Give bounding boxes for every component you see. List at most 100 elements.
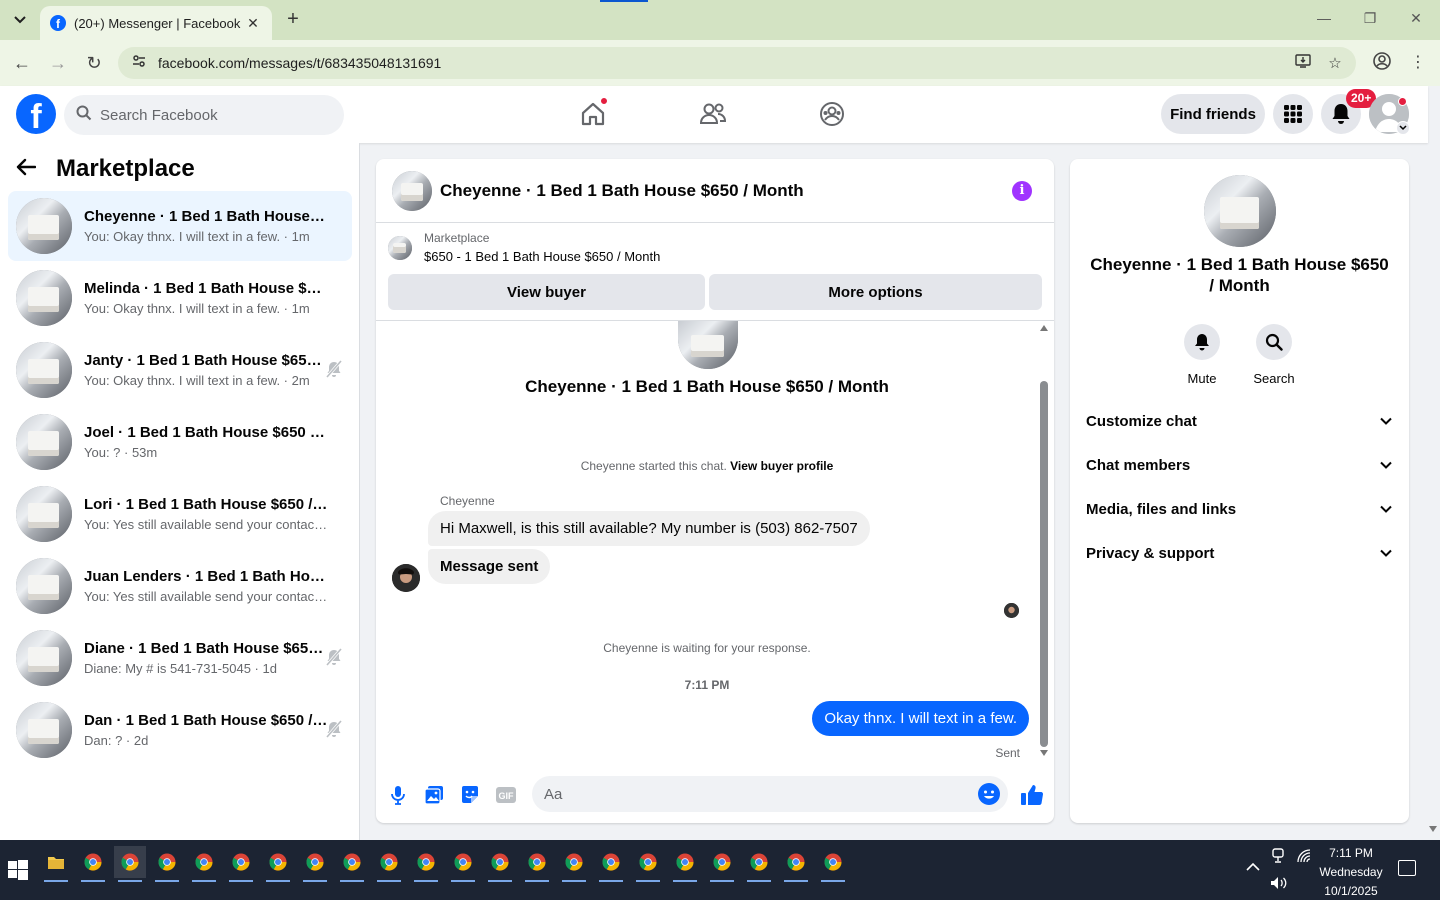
sender-avatar[interactable] <box>392 564 420 592</box>
chrome-icon[interactable] <box>373 846 405 882</box>
emoji-icon[interactable] <box>978 783 1000 805</box>
chrome-icon[interactable] <box>77 846 109 882</box>
chat-panel: Cheyenne · 1 Bed 1 Bath House $650 / Mon… <box>376 159 1054 823</box>
chrome-icon[interactable] <box>558 846 590 882</box>
facebook-logo-icon[interactable]: f <box>16 94 56 134</box>
action-center-icon[interactable] <box>1398 860 1416 876</box>
facebook-search[interactable] <box>64 95 344 135</box>
view-buyer-button[interactable]: View buyer <box>388 274 705 310</box>
chrome-icon[interactable] <box>743 846 775 882</box>
gif-icon[interactable]: GIF <box>494 783 518 807</box>
conversation-name: Cheyenne · 1 Bed 1 Bath House $650 / Mon… <box>84 208 328 225</box>
microphone-icon[interactable] <box>386 783 410 807</box>
volume-icon[interactable] <box>1270 876 1288 893</box>
tab-search-chevron-icon[interactable] <box>6 8 34 32</box>
restore-icon[interactable]: ❐ <box>1360 10 1380 27</box>
chrome-icon[interactable] <box>336 846 368 882</box>
install-app-icon[interactable] <box>1292 53 1314 73</box>
chrome-icon[interactable] <box>484 846 516 882</box>
conversation-item[interactable]: Joel · 1 Bed 1 Bath House $650 / Month Yo… <box>8 407 352 477</box>
view-buyer-profile-link[interactable]: View buyer profile <box>730 459 833 473</box>
chrome-icon[interactable] <box>114 846 146 882</box>
chrome-icon[interactable] <box>299 846 331 882</box>
chrome-icon[interactable] <box>447 846 479 882</box>
browser-tab-messenger[interactable]: f (20+) Messenger | Facebook ✕ <box>40 6 272 40</box>
conversation-item[interactable]: Diane · 1 Bed 1 Bath House $650 / Month D… <box>8 623 352 693</box>
file-explorer-icon[interactable] <box>40 846 72 882</box>
forward-arrow-icon[interactable]: → <box>47 52 69 74</box>
privacy-support-section[interactable]: Privacy & support <box>1086 531 1393 575</box>
chrome-icon[interactable] <box>188 846 220 882</box>
marketplace-listing-row[interactable]: Marketplace $650 - 1 Bed 1 Bath House $6… <box>388 231 660 264</box>
customize-chat-section[interactable]: Customize chat <box>1086 399 1393 443</box>
message-input-field[interactable] <box>532 776 1008 812</box>
tab-close-icon[interactable]: ✕ <box>244 15 262 32</box>
chrome-icon[interactable] <box>632 846 664 882</box>
message-input[interactable] <box>544 785 964 803</box>
chrome-icon[interactable] <box>410 846 442 882</box>
new-tab-plus-icon[interactable]: + <box>282 8 304 30</box>
find-friends-button[interactable]: Find friends <box>1161 94 1265 134</box>
conversation-preview: You: Okay thnx. I will text in a few. · … <box>84 373 310 388</box>
mute-button[interactable] <box>1184 324 1220 360</box>
more-options-button[interactable]: More options <box>709 274 1042 310</box>
muted-bell-icon <box>325 648 343 666</box>
info-panel-avatar[interactable] <box>1204 175 1276 247</box>
groups-nav-button[interactable] <box>814 98 850 130</box>
windows-start-icon[interactable] <box>8 860 28 880</box>
chrome-icon[interactable] <box>706 846 738 882</box>
chrome-icon[interactable] <box>151 846 183 882</box>
conversation-info-icon[interactable]: i <box>1012 181 1032 201</box>
like-thumb-icon[interactable] <box>1020 783 1044 807</box>
search-action[interactable]: Search <box>1244 324 1304 386</box>
chrome-icon[interactable] <box>225 846 257 882</box>
listing-thumbnail <box>16 198 72 254</box>
conversation-item[interactable]: Juan Lenders · 1 Bed 1 Bath House $650 /… <box>8 551 352 621</box>
network-icon[interactable] <box>1296 848 1312 867</box>
sticker-icon[interactable] <box>458 783 482 807</box>
show-hidden-icons-chevron-icon[interactable] <box>1246 860 1260 875</box>
account-chevron-icon[interactable] <box>1396 121 1410 135</box>
search-in-chat-button[interactable] <box>1256 324 1292 360</box>
thread-scroll-down-arrow[interactable] <box>1040 750 1048 756</box>
friends-nav-button[interactable] <box>695 98 731 130</box>
chat-members-section[interactable]: Chat members <box>1086 443 1393 487</box>
conversation-item[interactable]: Dan · 1 Bed 1 Bath House $650 / Month Dan… <box>8 695 352 765</box>
site-info-icon[interactable] <box>130 54 148 72</box>
conversation-item[interactable]: Melinda · 1 Bed 1 Bath House $650 / Mont… <box>8 263 352 333</box>
browser-menu-icon[interactable]: ⋮ <box>1407 52 1429 74</box>
incoming-message-bubble[interactable]: Message sent <box>428 549 551 584</box>
conversation-item[interactable]: Lori · 1 Bed 1 Bath House $650 / Month Yo… <box>8 479 352 549</box>
chrome-icon[interactable] <box>262 846 294 882</box>
bookmark-star-icon[interactable]: ☆ <box>1324 54 1346 72</box>
address-bar[interactable]: facebook.com/messages/t/683435048131691 … <box>118 47 1356 79</box>
thread-scroll-up-arrow[interactable] <box>1040 325 1048 331</box>
back-arrow-icon[interactable]: ← <box>11 52 33 74</box>
chrome-icon[interactable] <box>669 846 701 882</box>
chat-header-title[interactable]: Cheyenne · 1 Bed 1 Bath House $650 / Mon… <box>440 181 804 201</box>
reload-icon[interactable]: ↻ <box>83 52 105 74</box>
chrome-icon[interactable] <box>521 846 553 882</box>
chrome-icon[interactable] <box>817 846 849 882</box>
profile-icon[interactable] <box>1371 52 1393 74</box>
window-close-icon[interactable]: ✕ <box>1406 10 1426 27</box>
home-nav-button[interactable] <box>575 97 611 130</box>
system-clock[interactable]: 7:11 PM Wednesday 10/1/2025 <box>1318 844 1384 900</box>
menu-button[interactable] <box>1273 94 1313 134</box>
meet-now-icon[interactable] <box>1271 848 1285 867</box>
photo-icon[interactable] <box>422 783 446 807</box>
conversation-item[interactable]: Cheyenne · 1 Bed 1 Bath House $650 / Mon… <box>8 191 352 261</box>
chrome-icon[interactable] <box>595 846 627 882</box>
back-arrow-icon[interactable] <box>16 156 48 182</box>
page-scroll-down-arrow[interactable] <box>1429 826 1437 832</box>
chat-header-avatar[interactable] <box>392 170 432 211</box>
search-input[interactable] <box>100 106 330 124</box>
media-files-links-section[interactable]: Media, files and links <box>1086 487 1393 531</box>
mute-action[interactable]: Mute <box>1172 324 1232 386</box>
chrome-icon[interactable] <box>780 846 812 882</box>
incoming-message-bubble[interactable]: Hi Maxwell, is this still available? My … <box>428 511 870 546</box>
minimize-icon[interactable]: — <box>1314 10 1334 26</box>
thread-scrollbar-thumb[interactable] <box>1040 381 1048 747</box>
conversation-item[interactable]: Janty · 1 Bed 1 Bath House $650 / Month Y… <box>8 335 352 405</box>
outgoing-message-bubble[interactable]: Okay thnx. I will text in a few. <box>812 701 1029 736</box>
